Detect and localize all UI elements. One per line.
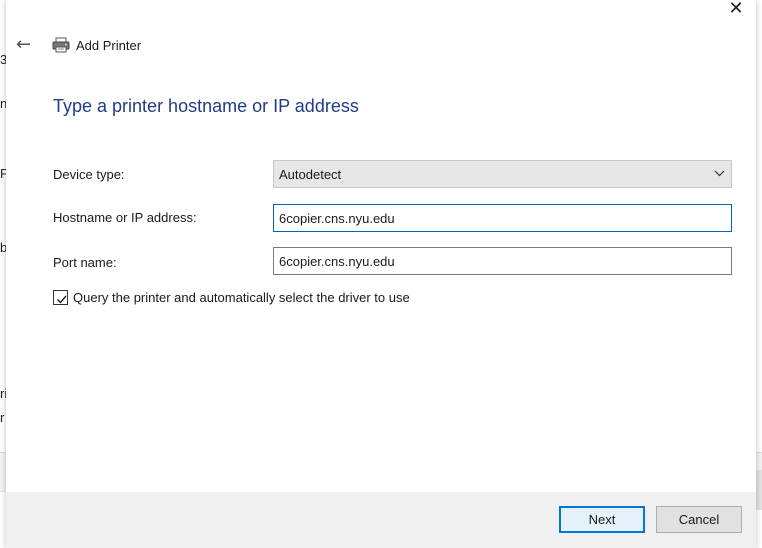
window-title: Add Printer [76,38,142,53]
port-name-input[interactable] [273,247,732,275]
chevron-down-icon [714,167,725,180]
query-driver-checkbox[interactable] [53,290,68,305]
device-type-select[interactable]: Autodetect [273,160,732,188]
cancel-button[interactable]: Cancel [656,506,742,533]
back-arrow-icon[interactable]: ← [16,36,34,54]
device-type-value: Autodetect [279,167,342,182]
port-name-label: Port name: [53,255,117,270]
query-driver-label[interactable]: Query the printer and automatically sele… [73,290,410,305]
add-printer-dialog: ✕ ← Add Printer Type a printer hostname … [6,0,756,548]
checkmark-icon [56,292,67,304]
page-heading: Type a printer hostname or IP address [53,96,359,116]
hostname-label: Hostname or IP address: [53,210,197,225]
printer-icon [52,37,70,53]
device-type-label: Device type: [53,167,125,182]
hostname-input[interactable] [273,204,732,232]
next-button[interactable]: Next [559,506,645,533]
close-icon[interactable]: ✕ [726,0,746,20]
